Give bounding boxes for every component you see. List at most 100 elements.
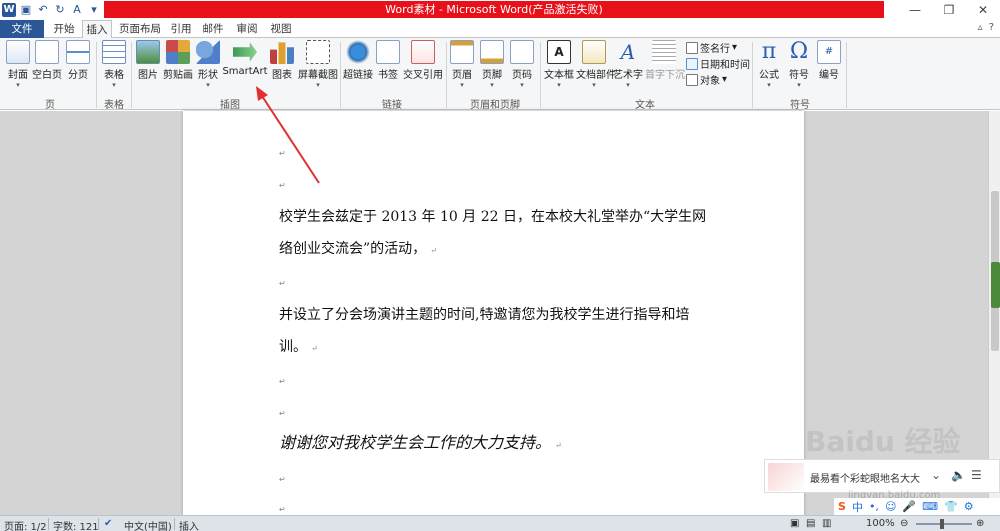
minimize-icon[interactable]: — bbox=[898, 0, 932, 20]
textbox-button[interactable]: A 文本框 ▾ bbox=[543, 40, 575, 89]
skin-icon[interactable]: 👕 bbox=[944, 500, 958, 513]
paragraph-2-line-1[interactable]: 并设立了分会场演讲主题的时间,特邀请您为我校学生进行指导和培 bbox=[279, 307, 689, 323]
word-count[interactable]: 字数: 121 bbox=[53, 518, 99, 531]
footer-button[interactable]: 页脚 ▾ bbox=[480, 40, 504, 89]
page-break-button[interactable]: 分页 bbox=[64, 40, 92, 81]
tab-insert[interactable]: 插入 bbox=[82, 20, 112, 39]
punctuation-icon[interactable]: •, bbox=[869, 500, 879, 513]
zoom-in-icon[interactable]: ⊕ bbox=[976, 518, 984, 529]
equation-button[interactable]: π 公式 ▾ bbox=[756, 40, 782, 90]
close-icon[interactable]: ✕ bbox=[966, 0, 1000, 20]
page-number-button[interactable]: 页码 ▾ bbox=[510, 40, 534, 89]
symbol-button[interactable]: Ω 符号 ▾ bbox=[786, 39, 812, 90]
number-button[interactable]: # 编号 bbox=[816, 40, 842, 81]
paragraph-mark: ↵ bbox=[279, 475, 286, 484]
clipart-icon bbox=[166, 40, 190, 64]
hyperlink-icon bbox=[346, 40, 370, 64]
tab-page-layout[interactable]: 页面布局 bbox=[116, 20, 164, 38]
tab-view[interactable]: 视图 bbox=[266, 20, 296, 38]
tab-references[interactable]: 引用 bbox=[166, 20, 196, 38]
number-icon: # bbox=[817, 40, 841, 64]
table-button[interactable]: 表格 ▾ bbox=[100, 40, 128, 89]
keyboard-icon[interactable]: ⌨ bbox=[922, 500, 938, 513]
tab-file[interactable]: 文件 bbox=[0, 20, 44, 38]
picture-button[interactable]: 图片 bbox=[135, 40, 161, 81]
ime-avatar bbox=[768, 463, 804, 491]
language[interactable]: 中文(中国) bbox=[124, 518, 172, 531]
zoom-slider[interactable] bbox=[916, 523, 972, 525]
group-label-symbols: 符号 bbox=[790, 100, 810, 111]
print-layout-icon[interactable]: ▣ bbox=[790, 518, 799, 529]
smartart-button[interactable]: SmartArt bbox=[222, 40, 268, 77]
group-label-pages: 页 bbox=[45, 100, 55, 111]
insert-mode[interactable]: 插入 bbox=[179, 518, 199, 531]
paragraph-2-line-2[interactable]: 训。 ↵ bbox=[279, 339, 318, 357]
tab-mailings[interactable]: 邮件 bbox=[198, 20, 228, 38]
screenshot-button[interactable]: 屏幕截图 ▾ bbox=[296, 40, 340, 89]
quick-parts-button[interactable]: 文档部件 ▾ bbox=[576, 40, 616, 89]
blank-page-button[interactable]: 空白页 bbox=[32, 40, 62, 81]
save-icon[interactable]: ▣ bbox=[19, 3, 33, 17]
minimize-ribbon-icon[interactable]: ▵ bbox=[978, 22, 983, 33]
zoom-slider-thumb[interactable] bbox=[940, 519, 944, 529]
paragraph-mark: ↵ bbox=[279, 279, 286, 288]
zoom-level[interactable]: 100% bbox=[866, 518, 895, 529]
page-break-icon bbox=[66, 40, 90, 64]
web-layout-icon[interactable]: ▥ bbox=[822, 518, 831, 529]
ime-menu-icon[interactable]: ☰ bbox=[971, 468, 982, 482]
microphone-icon[interactable]: 🎤 bbox=[902, 500, 916, 513]
chart-icon bbox=[270, 42, 294, 64]
cover-page-button[interactable]: 封面 ▾ bbox=[4, 40, 32, 89]
help-icon[interactable]: ? bbox=[989, 22, 994, 33]
watermark-logo: Baidu 经验 bbox=[805, 425, 961, 458]
restore-icon[interactable]: ❐ bbox=[932, 0, 966, 20]
ime-language-toggle[interactable]: 中 bbox=[852, 499, 863, 515]
vertical-scrollbar[interactable] bbox=[988, 111, 1000, 515]
ime-candidate-bar: 最易看个彩蛇眼地名大大 ⌄ 🔈 ☰ bbox=[764, 459, 1000, 493]
full-screen-reading-icon[interactable]: ▤ bbox=[806, 518, 815, 529]
wordart-icon: A bbox=[620, 40, 636, 64]
page-count[interactable]: 页面: 1/2 bbox=[4, 518, 47, 531]
chart-button[interactable]: 图表 bbox=[270, 40, 294, 81]
textbox-icon: A bbox=[547, 40, 571, 64]
shapes-button[interactable]: 形状 ▾ bbox=[195, 40, 221, 89]
ribbon-insert: 封面 ▾ 空白页 分页 页 表格 ▾ 表格 图片 剪贴画 形状 ▾ SmartA… bbox=[0, 38, 1000, 111]
wordart-button[interactable]: A 艺术字 ▾ bbox=[613, 40, 643, 89]
omega-icon: Ω bbox=[789, 39, 809, 64]
group-label-header-footer: 页眉和页脚 bbox=[470, 100, 520, 111]
signature-line-button[interactable]: 签名行 ▾ bbox=[686, 40, 737, 55]
clipart-button[interactable]: 剪贴画 bbox=[163, 40, 193, 81]
cover-page-icon bbox=[6, 40, 30, 64]
paragraph-3[interactable]: 谢谢您对我校学生会工作的大力支持。 ↵ bbox=[279, 435, 562, 454]
zoom-out-icon[interactable]: ⊖ bbox=[900, 518, 908, 529]
date-time-button[interactable]: 日期和时间 bbox=[686, 56, 750, 71]
redo-icon[interactable]: ↻ bbox=[53, 3, 67, 17]
tab-review[interactable]: 审阅 bbox=[232, 20, 262, 38]
header-button[interactable]: 页眉 ▾ bbox=[450, 40, 474, 89]
emoji-icon[interactable]: ☺ bbox=[885, 500, 896, 513]
font-color-icon[interactable]: A bbox=[70, 3, 84, 17]
paragraph-1-line-2[interactable]: 络创业交流会”的活动， ↵ bbox=[279, 241, 437, 259]
ribbon-tabs: 文件 开始 插入 页面布局 引用 邮件 审阅 视图 ▵ ? bbox=[0, 20, 1000, 39]
tab-home[interactable]: 开始 bbox=[48, 20, 80, 38]
cross-reference-button[interactable]: 交叉引用 bbox=[402, 40, 444, 81]
bookmark-button[interactable]: 书签 bbox=[376, 40, 400, 81]
undo-icon[interactable]: ↶ bbox=[36, 3, 50, 17]
smartart-icon bbox=[233, 42, 257, 62]
quick-parts-icon bbox=[582, 40, 606, 64]
proofing-icon[interactable]: ✔ bbox=[104, 518, 112, 529]
hyperlink-button[interactable]: 超链接 bbox=[342, 40, 374, 81]
table-icon bbox=[102, 40, 126, 64]
ime-settings-icon[interactable]: ⚙ bbox=[964, 500, 974, 513]
calendar-icon bbox=[686, 57, 698, 70]
drop-cap-button[interactable]: 首字下沉 bbox=[645, 40, 685, 81]
side-panel-tab[interactable] bbox=[991, 262, 1000, 308]
paragraph-1-line-1[interactable]: 校学生会兹定于 2013 年 10 月 22 日，在本校大礼堂举办“大学生网 bbox=[279, 209, 706, 225]
ime-dropdown-icon[interactable]: ⌄ bbox=[931, 468, 941, 482]
customize-qat-icon[interactable]: ▾ bbox=[87, 3, 101, 17]
object-button[interactable]: 对象 ▾ bbox=[686, 72, 727, 87]
sogou-s-icon[interactable]: S bbox=[838, 500, 846, 513]
document-page[interactable]: ↵ ↵ 校学生会兹定于 2013 年 10 月 22 日，在本校大礼堂举办“大学… bbox=[183, 111, 804, 515]
ime-volume-icon[interactable]: 🔈 bbox=[951, 468, 966, 482]
paragraph-mark: ↵ bbox=[279, 377, 286, 386]
